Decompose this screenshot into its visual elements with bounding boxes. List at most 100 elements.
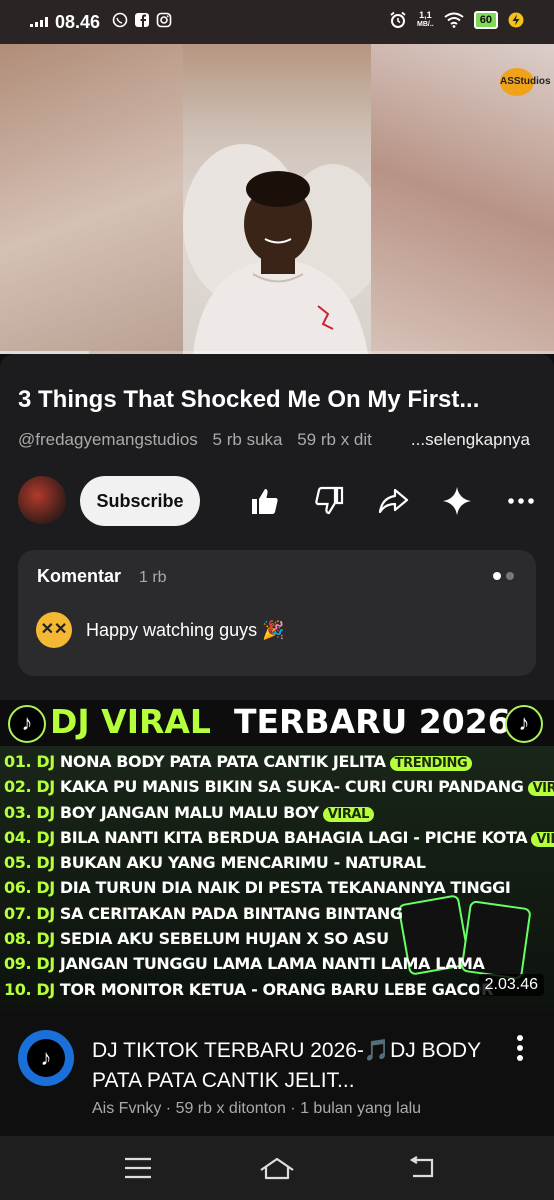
track-tag: VIRAL xyxy=(527,781,554,797)
comments-label: Komentar xyxy=(37,566,122,586)
data-speed-icon: 1,1 MB/.. xyxy=(417,11,434,29)
track-row: 09. DJ JANGAN TUNGGU LAMA LAMA NANTI LAM… xyxy=(4,954,554,979)
track-row: 06. DJ DIA TURUN DIA NAIK DI PESTA TEKAN… xyxy=(4,878,554,903)
track-title: NONA BODY PATA PATA CANTIK JELITA xyxy=(59,752,386,771)
track-number: 05. DJ xyxy=(4,853,55,873)
battery-icon: 60 xyxy=(473,11,498,29)
instagram-icon xyxy=(156,12,172,28)
recents-button[interactable] xyxy=(108,1150,168,1186)
data-speed-unit: MB/.. xyxy=(417,21,434,28)
remix-icon xyxy=(443,487,471,515)
alarm-icon xyxy=(390,11,406,28)
track-row: 08. DJ SEDIA AKU SEBELUM HUJAN X SO ASU xyxy=(4,929,554,954)
headline-part-a: DJ VIRAL xyxy=(50,702,211,741)
view-count: 59 rb x dit xyxy=(297,430,372,449)
channel-handle[interactable]: @fredagyemangstudios xyxy=(18,430,198,449)
headline-part-b: TERBARU 2026 xyxy=(233,702,511,741)
tiktok-icon: ♪ xyxy=(27,1039,65,1077)
video-info-panel: 3 Things That Shocked Me On My First... … xyxy=(0,354,554,700)
track-row: 03. DJ BOY JANGAN MALU MALU BOY VIRAL xyxy=(4,803,554,828)
thumbnail-header: ♪ DJ VIRAL TERBARU 2026 ♪ xyxy=(0,700,554,746)
track-title: JANGAN TUNGGU LAMA LAMA NANTI LAMA LAMA xyxy=(59,954,485,974)
next-video-meta: Ais Fvnky · 59 rb x ditonton · 1 bulan y… xyxy=(92,1100,422,1117)
comments-count: 1 rb xyxy=(139,569,167,586)
track-title: SEDIA AKU SEBELUM HUJAN X SO ASU xyxy=(59,929,389,949)
track-title: TOR MONITOR KETUA - ORANG BARU LEBE GACO… xyxy=(59,979,493,999)
like-count: 5 rb suka xyxy=(212,430,283,449)
status-bar: 08.46 1,1 MB/.. 60 xyxy=(0,0,554,44)
track-row: 07. DJ SA CERITAKAN PADA BINTANG BINTANG xyxy=(4,904,554,929)
track-tag: TRENDING xyxy=(389,756,473,771)
data-speed-value: 1,1 xyxy=(419,10,432,20)
track-title: BILA NANTI KITA BERDUA BAHAGIA LAGI - PI… xyxy=(59,827,528,847)
status-time: 08.46 xyxy=(55,12,101,32)
wifi-icon xyxy=(444,12,464,28)
track-row: 02. DJ KAKA PU MANIS BIKIN SA SUKA- CURI… xyxy=(4,777,554,802)
video-frame xyxy=(183,44,383,354)
share-icon xyxy=(378,488,409,514)
commenter-avatar: ✕✕ xyxy=(36,612,72,648)
track-title: DIA TURUN DIA NAIK DI PESTA TEKANANNYA T… xyxy=(59,878,511,898)
pager-dot xyxy=(506,572,514,580)
channel-avatar[interactable] xyxy=(18,476,66,524)
tiktok-logo-icon-right: ♪ xyxy=(505,705,543,743)
like-icon xyxy=(252,489,278,514)
track-number: 04. DJ xyxy=(4,827,55,847)
tiktok-logo-icon: ♪ xyxy=(8,705,46,743)
home-icon xyxy=(260,1157,294,1180)
track-number: 02. DJ xyxy=(4,777,55,797)
track-title: SA CERITAKAN PADA BINTANG BINTANG xyxy=(59,903,403,923)
track-number: 03. DJ xyxy=(4,802,55,822)
video-player[interactable]: ASStudios xyxy=(0,44,554,354)
track-tag: VIRAL xyxy=(531,831,554,847)
action-bar xyxy=(248,484,538,518)
tracklist: 01. DJ NONA BODY PATA PATA CANTIK JELITA… xyxy=(4,752,554,1005)
track-title: BOY JANGAN MALU MALU BOY xyxy=(59,802,319,822)
more-button[interactable] xyxy=(504,484,538,518)
video-duration: 2.03.46 xyxy=(478,974,544,996)
video-title[interactable]: 3 Things That Shocked Me On My First... xyxy=(18,386,538,414)
track-row: 10. DJ TOR MONITOR KETUA - ORANG BARU LE… xyxy=(4,980,554,1005)
next-video-title[interactable]: DJ TIKTOK TERBARU 2026-🎵DJ BODY PATA PAT… xyxy=(92,1036,482,1096)
track-row: 04. DJ BILA NANTI KITA BERDUA BAHAGIA LA… xyxy=(4,828,554,853)
signal-icon xyxy=(30,17,48,27)
pager-dot-active xyxy=(493,572,501,580)
channel-watermark: ASStudios xyxy=(500,68,551,96)
comments-pager-dots xyxy=(493,572,514,580)
track-row: 01. DJ NONA BODY PATA PATA CANTIK JELITA… xyxy=(4,752,554,777)
track-number: 10. DJ xyxy=(4,979,55,999)
video-blur-left xyxy=(0,44,183,354)
track-title: BUKAN AKU YANG MENCARIMU - NATURAL xyxy=(59,853,426,873)
show-more-link[interactable]: ...selengkapnya xyxy=(411,430,530,450)
next-video-thumbnail[interactable]: ♪ DJ VIRAL TERBARU 2026 ♪ 01. DJ NONA BO… xyxy=(0,700,554,1012)
like-button[interactable] xyxy=(248,484,282,518)
track-row: 05. DJ BUKAN AKU YANG MENCARIMU - NATURA… xyxy=(4,853,554,878)
track-number: 09. DJ xyxy=(4,954,55,974)
thumbnail-headline: DJ VIRAL TERBARU 2026 xyxy=(50,702,511,741)
notification-icons xyxy=(112,12,172,28)
remix-button[interactable] xyxy=(440,484,474,518)
next-view-count: 59 rb x ditonton xyxy=(175,1100,286,1117)
kebab-icon xyxy=(517,1035,523,1061)
system-icons: 1,1 MB/.. 60 xyxy=(389,11,524,29)
top-comment: Happy watching guys 🎉 xyxy=(86,620,285,640)
system-nav-bar xyxy=(0,1136,554,1200)
person-illustration xyxy=(183,144,383,354)
menu-icon xyxy=(125,1157,151,1179)
next-channel-name: Ais Fvnky xyxy=(92,1100,162,1117)
share-button[interactable] xyxy=(376,484,410,518)
track-number: 06. DJ xyxy=(4,878,55,898)
home-button[interactable] xyxy=(247,1150,307,1186)
back-button[interactable] xyxy=(392,1150,452,1186)
next-upload-age: 1 bulan yang lalu xyxy=(300,1100,422,1117)
track-number: 01. DJ xyxy=(4,752,55,771)
next-channel-avatar[interactable]: ♪ xyxy=(18,1030,74,1086)
next-video-menu-button[interactable] xyxy=(516,1034,524,1069)
whatsapp-icon xyxy=(112,12,128,28)
more-icon xyxy=(508,498,534,504)
track-tag: VIRAL xyxy=(322,806,374,822)
charging-icon xyxy=(508,12,524,28)
subscribe-button[interactable]: Subscribe xyxy=(80,476,200,526)
dislike-button[interactable] xyxy=(312,484,346,518)
comments-section[interactable]: Komentar 1 rb ✕✕ Happy watching guys 🎉 xyxy=(18,550,536,676)
